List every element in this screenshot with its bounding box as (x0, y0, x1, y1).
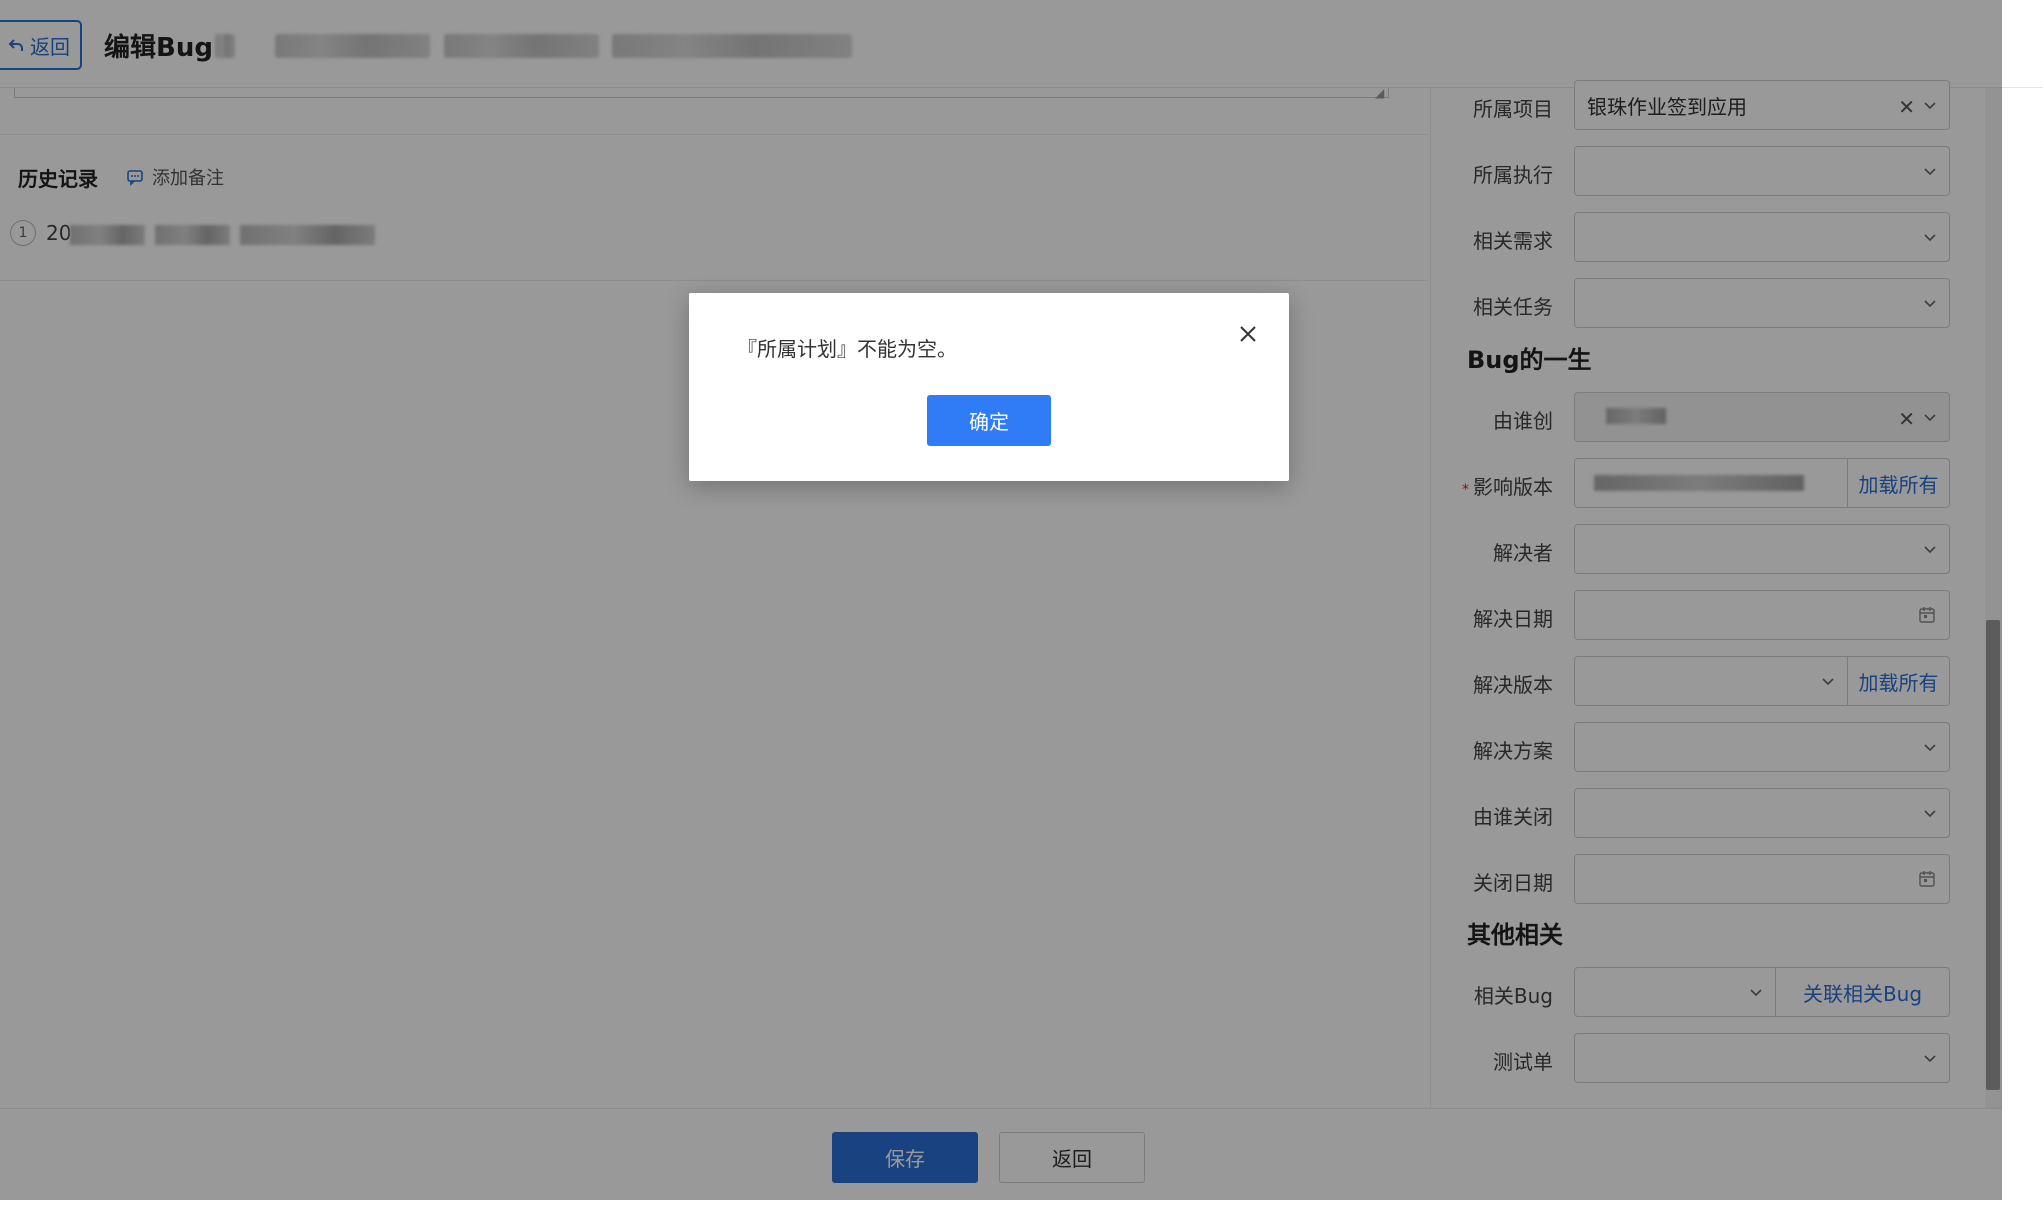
alert-message: 『所属计划』不能为空。 (737, 337, 957, 361)
bottom-strip (0, 1200, 2043, 1213)
alert-dialog: 『所属计划』不能为空。 确定 (689, 293, 1289, 481)
edit-bug-page: 返回 编辑Bug ◢ 历史记录 添加备注 1 20 所属项目 银珠作业签到应用 … (0, 0, 2043, 1213)
confirm-button[interactable]: 确定 (927, 395, 1051, 446)
modal-overlay[interactable] (0, 0, 2002, 1200)
close-icon[interactable] (1235, 321, 1261, 347)
